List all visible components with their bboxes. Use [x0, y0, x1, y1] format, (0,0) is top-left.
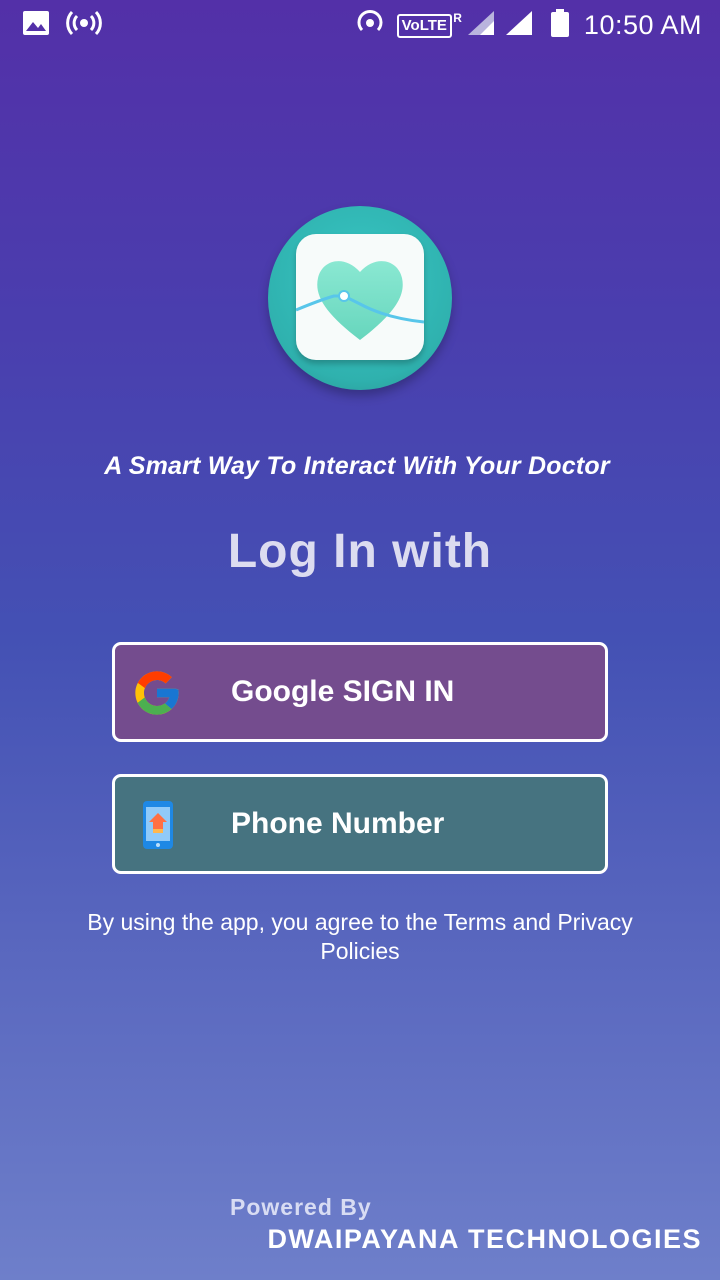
image-icon	[22, 10, 50, 41]
login-title: Log In with	[227, 525, 493, 578]
hotspot-icon	[66, 10, 102, 41]
app-logo	[268, 206, 452, 390]
status-time: 10:50 AM	[583, 10, 702, 40]
google-sign-in-button[interactable]: Google SIGN IN	[112, 642, 608, 742]
phone-icon	[131, 799, 183, 851]
google-g-icon	[131, 667, 183, 719]
status-right: VoLTE R 10:50 AM	[355, 8, 702, 43]
heart-pulse-logo-icon	[296, 234, 424, 360]
google-sign-in-label: Google SIGN IN	[231, 675, 455, 708]
status-bar: VoLTE R 10:50 AM	[0, 0, 720, 50]
phone-number-button[interactable]: Phone Number	[112, 774, 608, 874]
signal-icon	[504, 9, 534, 42]
status-left	[22, 10, 102, 41]
volte-roaming: R	[453, 10, 462, 25]
volte-label: VoLTE	[401, 16, 447, 34]
phone-number-label: Phone Number	[231, 807, 445, 840]
company-name: DWAIPAYANA TECHNOLOGIES	[267, 1224, 702, 1254]
volte-badge: VoLTE R	[396, 11, 462, 38]
app-tagline: A Smart Way To Interact With Your Doctor	[104, 452, 610, 480]
terms-and-privacy-text[interactable]: By using the app, you agree to the Terms…	[60, 908, 660, 966]
signal-icon	[466, 9, 496, 42]
powered-by-label: Powered By	[230, 1194, 372, 1220]
battery-icon	[550, 8, 570, 43]
wifi-calling-icon	[355, 8, 385, 43]
